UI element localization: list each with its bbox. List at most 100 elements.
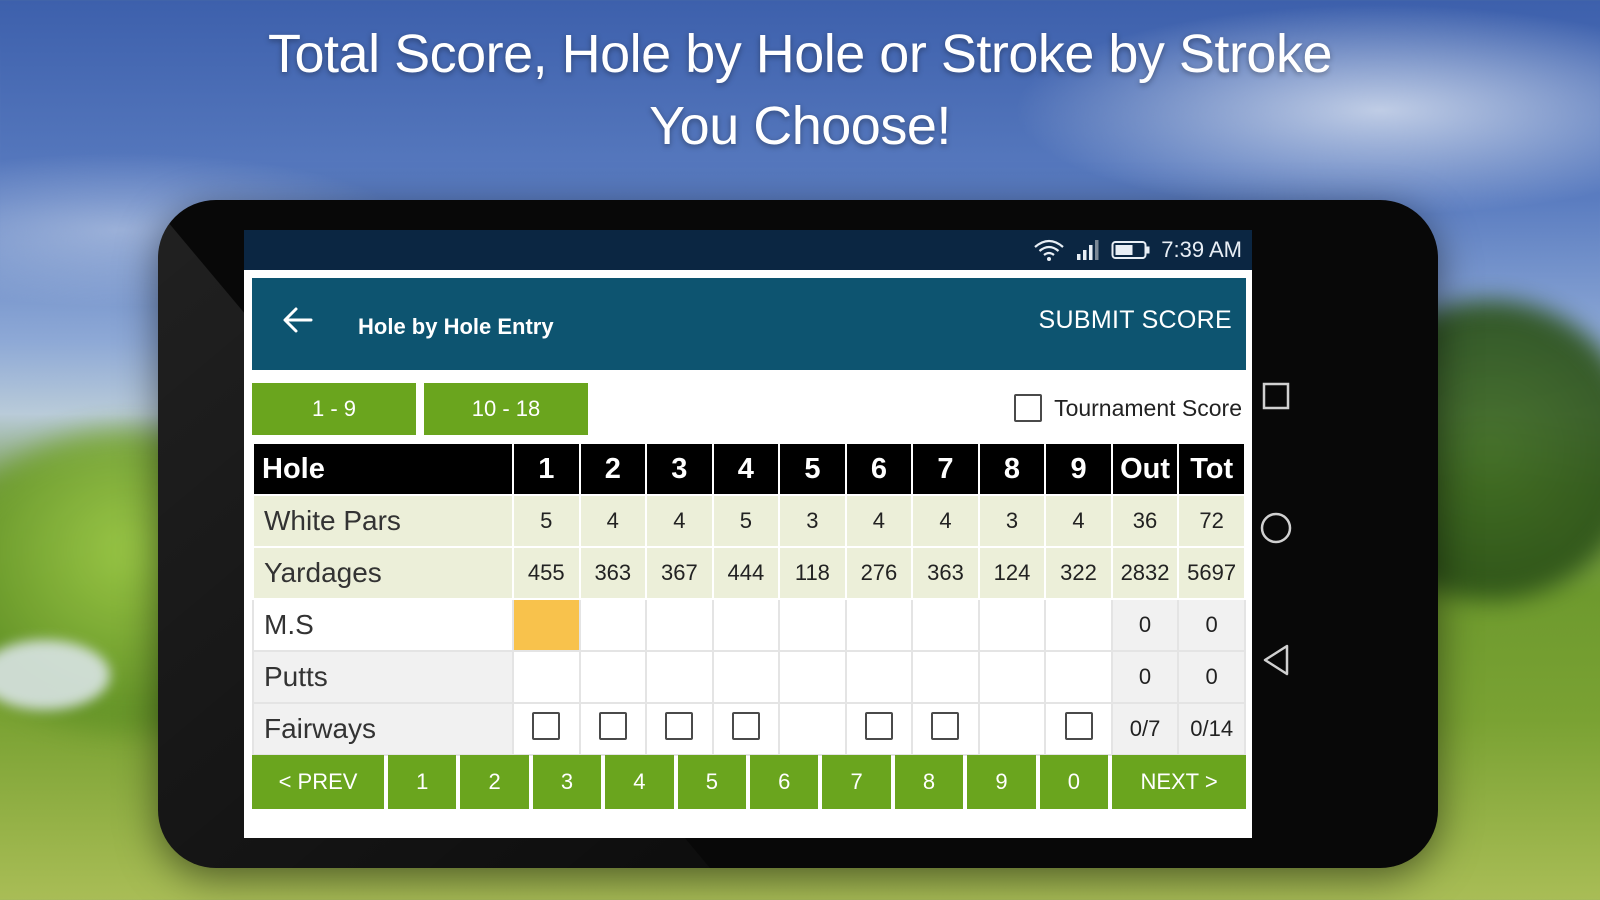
fairway-checkbox[interactable] [931, 712, 960, 740]
keypad-key-4[interactable]: 4 [605, 755, 674, 809]
par-tot-cell: 72 [1177, 494, 1246, 548]
yardage-out-cell: 2832 [1110, 546, 1180, 600]
keypad-key-3[interactable]: 3 [532, 755, 602, 809]
yardage-cell: 322 [1044, 546, 1113, 600]
fairway-cell [711, 702, 781, 756]
par-cell: 5 [711, 494, 781, 548]
ms-cell[interactable] [645, 598, 714, 652]
putts-cell[interactable] [711, 650, 781, 704]
header-cell-hole-9: 9 [1044, 442, 1113, 496]
scorecard-table: Hole 1 2 3 4 5 6 7 8 9 Out Tot White Par… [252, 442, 1246, 756]
par-cell: 4 [645, 494, 714, 548]
tab-holes-10-18[interactable]: 10 - 18 [424, 383, 588, 435]
tab-holes-1-9[interactable]: 1 - 9 [252, 383, 416, 435]
ms-tot-cell: 0 [1177, 598, 1246, 652]
status-time: 7:39 AM [1161, 237, 1242, 262]
submit-score-button[interactable]: SUBMIT SCORE [1039, 306, 1232, 335]
header-cell-hole-8: 8 [977, 442, 1047, 496]
yardage-cell: 118 [778, 546, 847, 600]
next-button[interactable]: NEXT > [1112, 755, 1247, 809]
recents-square-icon[interactable] [1258, 378, 1294, 414]
fairway-cell [844, 702, 914, 756]
putts-cell[interactable] [911, 650, 980, 704]
fairway-cell [512, 702, 581, 756]
ms-cell[interactable] [911, 598, 980, 652]
ms-cell[interactable] [778, 598, 847, 652]
ms-cell[interactable] [711, 598, 781, 652]
fairway-checkbox[interactable] [1064, 712, 1093, 740]
putts-cell[interactable] [1044, 650, 1113, 704]
fairway-cell [578, 702, 648, 756]
putts-cell[interactable] [778, 650, 847, 704]
par-out-cell: 36 [1110, 494, 1180, 548]
yardage-cell: 367 [645, 546, 714, 600]
yardage-cell: 124 [977, 546, 1047, 600]
ms-cell[interactable] [977, 598, 1047, 652]
fairways-row-label: Fairways [252, 702, 514, 756]
putts-cell[interactable] [645, 650, 714, 704]
fairway-checkbox[interactable] [864, 712, 893, 740]
yardage-cell: 444 [711, 546, 781, 600]
putts-cell[interactable] [977, 650, 1047, 704]
keypad-key-2[interactable]: 2 [460, 755, 529, 809]
putts-cell[interactable] [844, 650, 914, 704]
header-cell-hole-7: 7 [911, 442, 980, 496]
keypad-key-0[interactable]: 0 [1039, 755, 1109, 809]
back-button[interactable] [276, 300, 320, 344]
keypad-key-7[interactable]: 7 [822, 755, 891, 809]
ms-cell[interactable] [578, 598, 648, 652]
fairway-checkbox[interactable] [665, 712, 694, 740]
ms-cell-selected[interactable] [512, 598, 581, 652]
ms-cell[interactable] [1044, 598, 1113, 652]
putts-tot-cell: 0 [1177, 650, 1246, 704]
tournament-score-toggle[interactable]: Tournament Score [1014, 388, 1242, 428]
header-cell-hole-3: 3 [645, 442, 714, 496]
yardage-cell: 455 [512, 546, 581, 600]
fairway-cell [1044, 702, 1113, 756]
yardage-cell: 276 [844, 546, 914, 600]
header-cell-hole-6: 6 [844, 442, 914, 496]
pars-row: White Pars 5 4 4 5 3 4 4 3 4 36 72 [252, 494, 1246, 548]
keypad-key-8[interactable]: 8 [894, 755, 964, 809]
putts-row-label: Putts [252, 650, 514, 704]
home-circle-icon[interactable] [1258, 510, 1294, 546]
par-cell: 4 [1044, 494, 1113, 548]
header-cell-hole-5: 5 [778, 442, 847, 496]
wifi-icon [1033, 238, 1065, 262]
par-cell: 5 [512, 494, 581, 548]
ms-cell[interactable] [844, 598, 914, 652]
keypad-key-6[interactable]: 6 [750, 755, 819, 809]
par-cell: 4 [911, 494, 980, 548]
tournament-score-checkbox[interactable] [1014, 394, 1043, 422]
yardage-cell: 363 [578, 546, 648, 600]
header-cell-hole-4: 4 [711, 442, 781, 496]
pars-row-label: White Pars [252, 494, 514, 548]
prev-button[interactable]: < PREV [252, 755, 384, 809]
fairway-checkbox[interactable] [731, 712, 760, 740]
battery-icon [1111, 239, 1151, 261]
ms-row: M.S 0 0 [252, 598, 1246, 652]
keypad-key-5[interactable]: 5 [677, 755, 747, 809]
promo-headline: Total Score, Hole by Hole or Stroke by S… [0, 18, 1600, 162]
tournament-score-label: Tournament Score [1054, 394, 1242, 421]
putts-row: Putts 0 0 [252, 650, 1246, 704]
par-cell: 4 [844, 494, 914, 548]
headline-line-2: You Choose! [649, 96, 951, 156]
putts-cell[interactable] [512, 650, 581, 704]
back-triangle-icon[interactable] [1258, 642, 1294, 678]
fairway-cell [911, 702, 980, 756]
fairways-tot-cell: 0/14 [1177, 702, 1246, 756]
keypad-key-9[interactable]: 9 [967, 755, 1036, 809]
fairway-cell [645, 702, 714, 756]
putts-cell[interactable] [578, 650, 648, 704]
fairway-checkbox[interactable] [532, 712, 561, 740]
app-bar: Hole by Hole Entry SUBMIT SCORE [252, 278, 1246, 370]
keypad-key-1[interactable]: 1 [388, 755, 457, 809]
fairway-checkbox[interactable] [598, 712, 627, 740]
putts-out-cell: 0 [1110, 650, 1180, 704]
par-cell: 3 [778, 494, 847, 548]
fairway-cell-empty [977, 702, 1047, 756]
app-screen: 7:39 AM Hole by Hole Entry SUBMIT SCORE … [244, 230, 1252, 838]
headline-line-1: Total Score, Hole by Hole or Stroke by S… [268, 24, 1333, 84]
signal-icon [1075, 239, 1101, 261]
